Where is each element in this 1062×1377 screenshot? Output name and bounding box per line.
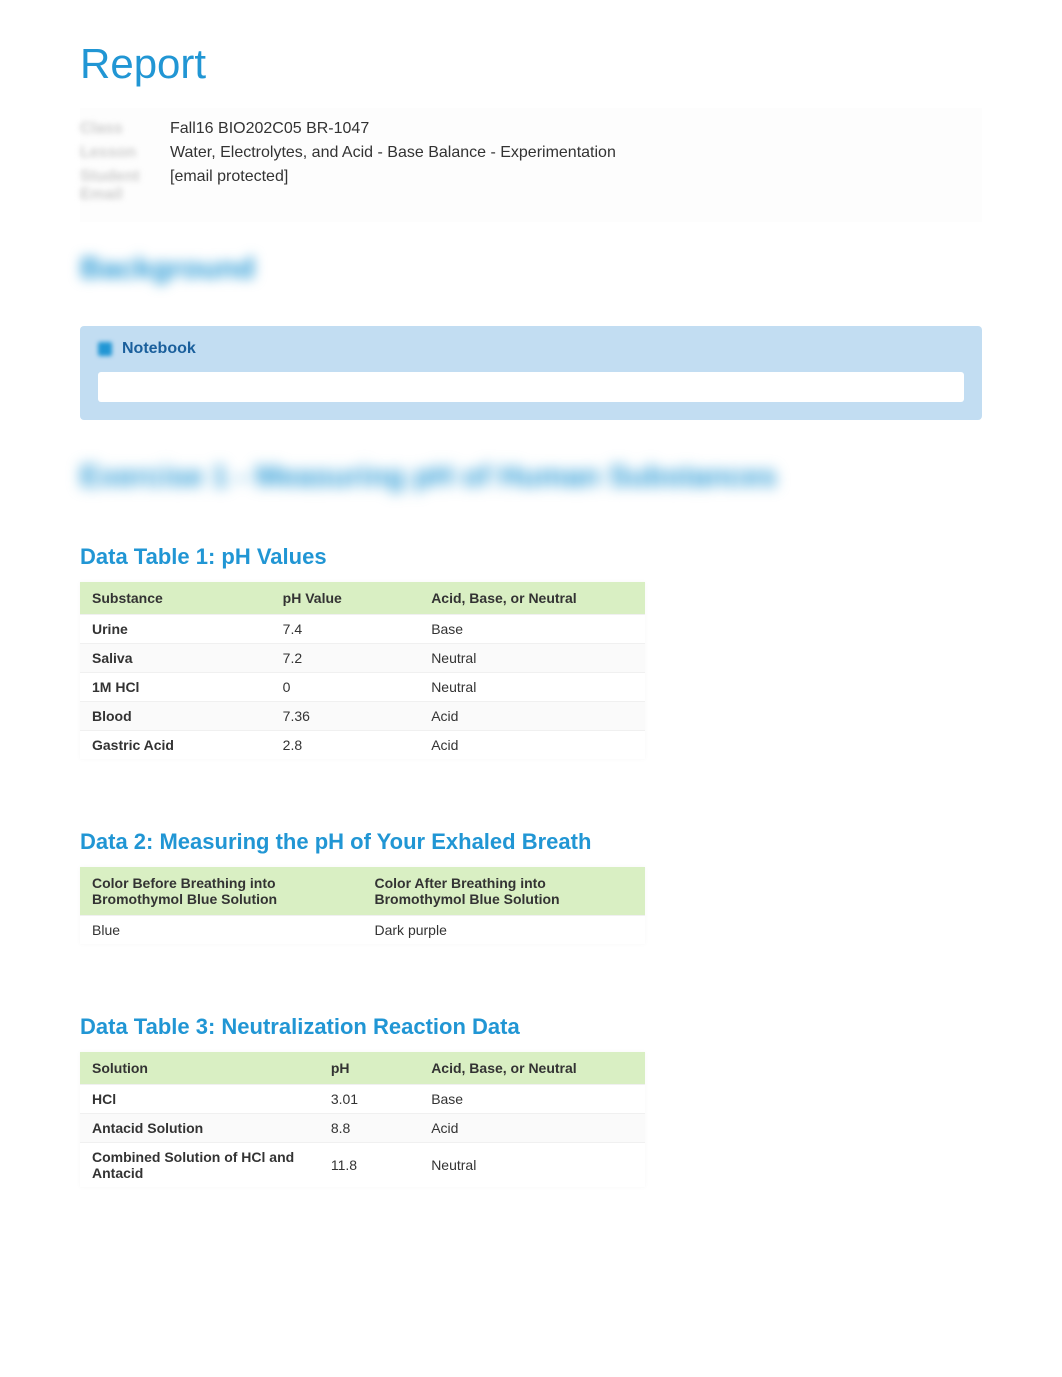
cell-ph: 11.8 [319,1143,419,1188]
exercise-heading: Exercise 1 - Measuring pH of Human Subst… [80,460,982,494]
notebook-header: Notebook [98,340,964,358]
notebook-panel: Notebook [80,326,982,420]
notebook-title: Notebook [122,340,196,358]
cell-substance: Urine [80,615,271,644]
table2-header-after: Color After Breathing into Bromothymol B… [363,867,646,916]
cell-solution: Antacid Solution [80,1114,319,1143]
table1-header-ph: pH Value [271,582,420,615]
cell-substance: Saliva [80,644,271,673]
cell-ph: 0 [271,673,420,702]
meta-label: Lesson [80,144,170,162]
data-table-1: Substance pH Value Acid, Base, or Neutra… [80,582,645,759]
page-title: Report [80,40,982,88]
table-row: Urine 7.4 Base [80,615,645,644]
table3-header-ph: pH [319,1052,419,1085]
table1-header-abn: Acid, Base, or Neutral [419,582,645,615]
table-row: Blood 7.36 Acid [80,702,645,731]
meta-section: Class Fall16 BIO202C05 BR-1047 Lesson Wa… [80,108,982,222]
table-row: Blue Dark purple [80,916,645,945]
cell-ph: 8.8 [319,1114,419,1143]
meta-value-email: [email protected] [170,168,288,204]
cell-abn: Acid [419,702,645,731]
cell-solution: Combined Solution of HCl and Antacid [80,1143,319,1188]
table-row: HCl 3.01 Base [80,1085,645,1114]
meta-value-class: Fall16 BIO202C05 BR-1047 [170,120,369,138]
cell-substance: Gastric Acid [80,731,271,760]
cell-after: Dark purple [363,916,646,945]
cell-ph: 3.01 [319,1085,419,1114]
data-table-3: Solution pH Acid, Base, or Neutral HCl 3… [80,1052,645,1187]
cell-ph: 7.2 [271,644,420,673]
meta-row-lesson: Lesson Water, Electrolytes, and Acid - B… [80,144,982,162]
table3-header-solution: Solution [80,1052,319,1085]
cell-substance: Blood [80,702,271,731]
table3-header-abn: Acid, Base, or Neutral [419,1052,645,1085]
cell-abn: Neutral [419,1143,645,1188]
cell-abn: Acid [419,731,645,760]
cell-abn: Base [419,1085,645,1114]
table-row: Combined Solution of HCl and Antacid 11.… [80,1143,645,1188]
cell-substance: 1M HCl [80,673,271,702]
cell-solution: HCl [80,1085,319,1114]
cell-ph: 7.36 [271,702,420,731]
table-row: 1M HCl 0 Neutral [80,673,645,702]
cell-abn: Neutral [419,673,645,702]
table3-title: Data Table 3: Neutralization Reaction Da… [80,1014,982,1040]
table-row: Saliva 7.2 Neutral [80,644,645,673]
meta-value-lesson: Water, Electrolytes, and Acid - Base Bal… [170,144,616,162]
table-row: Antacid Solution 8.8 Acid [80,1114,645,1143]
meta-label: Class [80,120,170,138]
meta-label: Student Email [80,168,170,204]
meta-row-email: Student Email [email protected] [80,168,982,204]
data-table-2: Color Before Breathing into Bromothymol … [80,867,645,944]
cell-ph: 7.4 [271,615,420,644]
notebook-icon [98,342,112,356]
cell-ph: 2.8 [271,731,420,760]
meta-row-class: Class Fall16 BIO202C05 BR-1047 [80,120,982,138]
table2-title: Data 2: Measuring the pH of Your Exhaled… [80,829,982,855]
table-row: Gastric Acid 2.8 Acid [80,731,645,760]
cell-abn: Base [419,615,645,644]
notebook-input[interactable] [98,372,964,402]
table1-header-substance: Substance [80,582,271,615]
cell-before: Blue [80,916,363,945]
background-heading: Background [80,252,982,286]
table1-title: Data Table 1: pH Values [80,544,982,570]
table2-header-before: Color Before Breathing into Bromothymol … [80,867,363,916]
cell-abn: Neutral [419,644,645,673]
cell-abn: Acid [419,1114,645,1143]
